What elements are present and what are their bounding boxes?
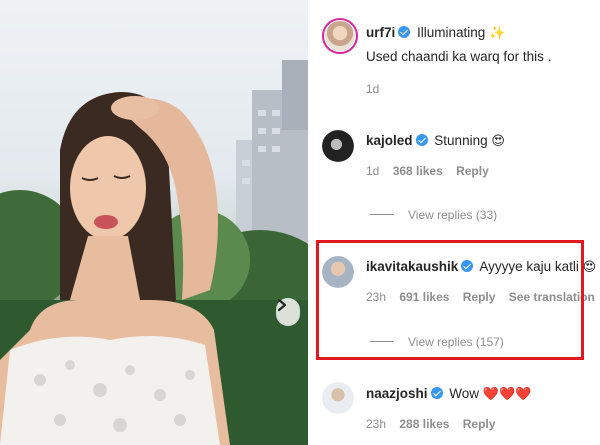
post-photo (0, 0, 308, 445)
comments-panel: urf7i Illuminating ✨ Used chaandi ka war… (308, 0, 600, 445)
comment-time: 1d (366, 82, 380, 96)
reply-button[interactable]: Reply (456, 164, 489, 178)
likes-count[interactable]: 288 likes (399, 417, 449, 431)
heart-eyes-emoji-icon: 😍 (491, 133, 505, 148)
comment-username[interactable]: urf7i (366, 25, 395, 40)
view-replies-label: View replies (33) (408, 208, 498, 222)
likes-count[interactable]: 368 likes (393, 164, 443, 178)
comment-time: 1d (366, 164, 380, 178)
avatar[interactable] (322, 130, 354, 162)
comment-username[interactable]: naazjoshi (366, 386, 428, 401)
avatar[interactable] (322, 382, 354, 414)
highlight-box (316, 240, 584, 360)
comment-text: Stunning (434, 133, 488, 148)
comment-text: Wow (449, 386, 480, 401)
sparkles-emoji-icon: ✨ (489, 25, 506, 40)
comment-text: Illuminating (417, 25, 486, 40)
comment-username[interactable]: kajoled (366, 133, 413, 148)
reply-button[interactable]: Reply (463, 417, 496, 431)
view-replies-button[interactable]: View replies (33) (370, 208, 497, 222)
post-photo-illustration (0, 60, 308, 445)
verified-badge-icon (415, 134, 428, 146)
comment-text-continued: Used chaandi ka warq for this . (366, 49, 552, 64)
next-photo-button[interactable] (276, 298, 300, 326)
chevron-right-icon (277, 298, 287, 312)
verified-badge-icon (430, 387, 443, 399)
red-hearts-emoji-icon: ❤️❤️❤️ (482, 386, 532, 401)
verified-badge-icon (398, 26, 411, 38)
replies-divider (370, 214, 394, 215)
avatar[interactable] (322, 18, 358, 54)
heart-eyes-emoji-icon: 😍 (582, 259, 597, 274)
comment-time: 23h (366, 417, 387, 431)
